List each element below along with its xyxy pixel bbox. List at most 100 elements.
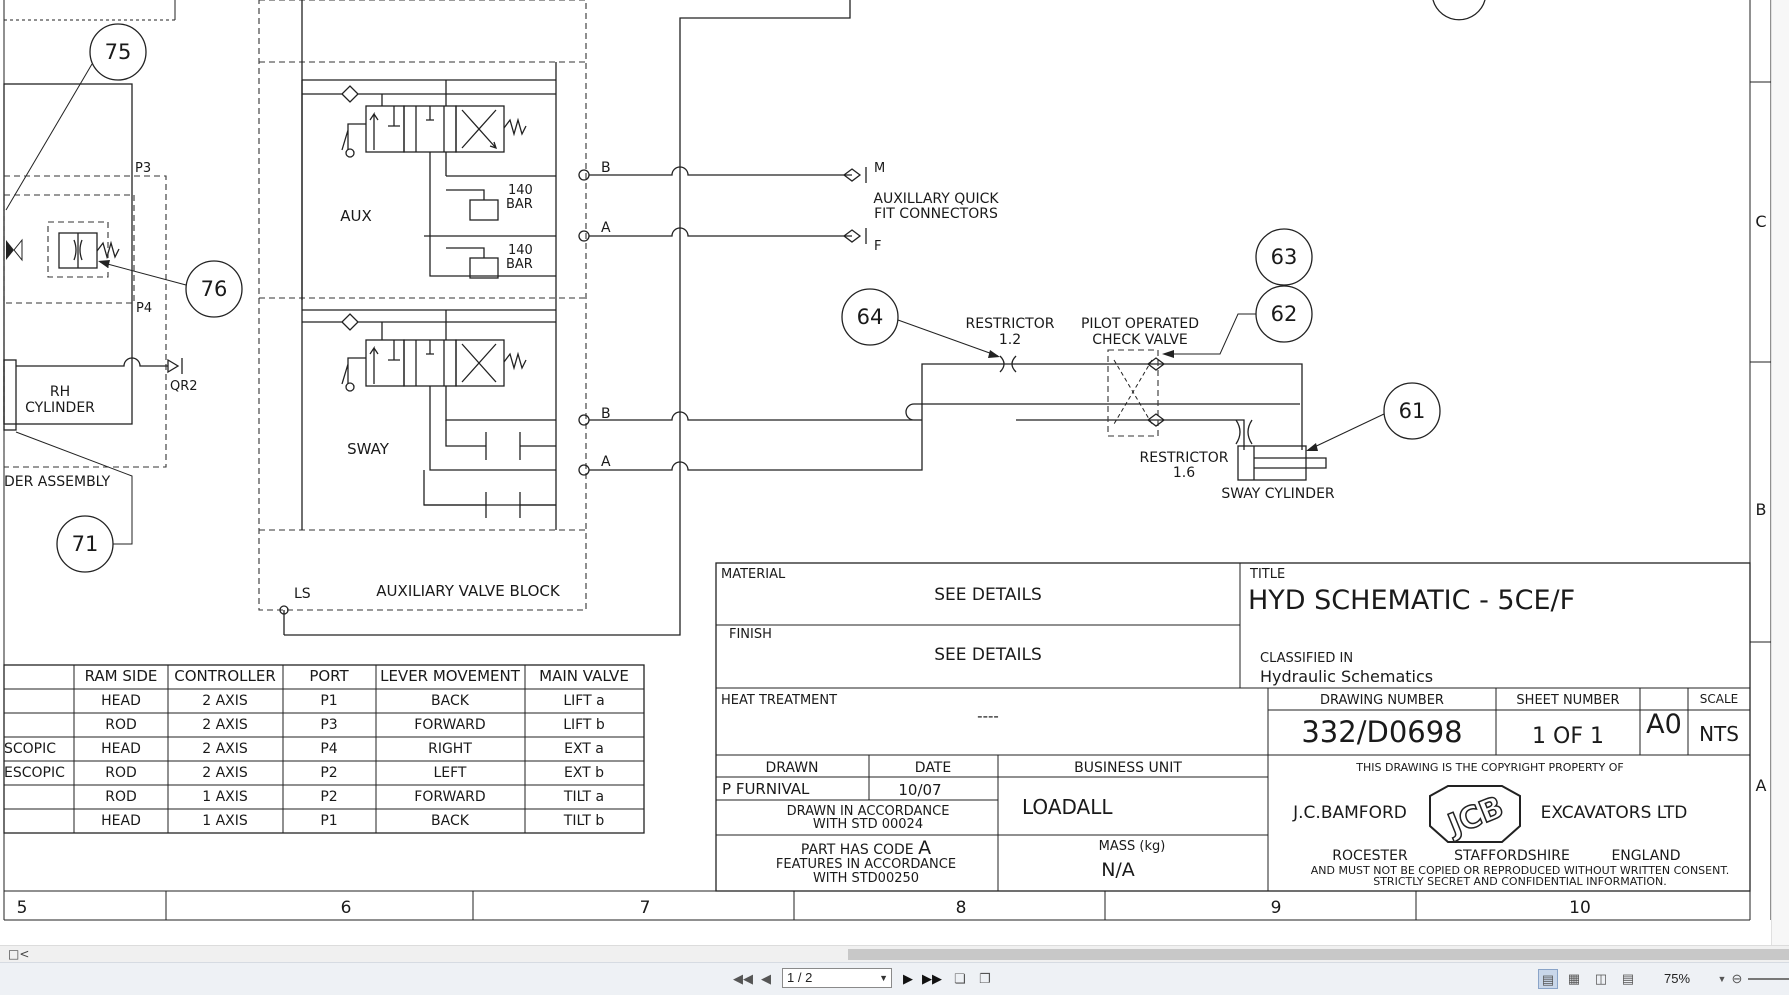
port-p4: P4 [136, 301, 152, 316]
table-header-cell: CONTROLLER [174, 667, 276, 685]
ref-balloon-76: 76 [201, 277, 228, 301]
page-number-value: 1 / 2 [787, 970, 813, 985]
table-cell: LIFT a [563, 693, 604, 709]
drawing-number-value: 332/D0698 [1301, 715, 1462, 749]
single-page-view-icon[interactable]: ▤ [1538, 969, 1558, 989]
two-page-view-icon[interactable]: ◫ [1591, 969, 1611, 989]
table-cell: 2 AXIS [202, 765, 248, 781]
chevron-down-icon[interactable]: ▼ [879, 969, 888, 987]
previous-page-icon[interactable]: ◀ [756, 969, 776, 989]
table-header-cell: RAM SIDE [85, 667, 158, 685]
aux-valve-block-label: AUXILIARY VALVE BLOCK [376, 582, 561, 600]
part-code-note: PART HAS CODE A [801, 837, 931, 859]
table-cell: P1 [320, 693, 337, 709]
port-b-aux: B [601, 160, 611, 176]
pilot-check-valve-label: PILOT OPERATED [1081, 316, 1199, 332]
material-value: SEE DETAILS [934, 585, 1041, 605]
restrictor-label: RESTRICTOR [1140, 450, 1229, 466]
drawn-value: P FURNIVAL [722, 780, 810, 798]
last-page-icon[interactable]: ▶▶ [922, 969, 942, 989]
table-cell: LIFT b [563, 717, 605, 733]
copy-page-icon[interactable]: ❐ [975, 969, 995, 989]
table-header-cell: LEVER MOVEMENT [380, 667, 521, 685]
port-p3: P3 [135, 161, 151, 176]
sheet-size: A0 [1646, 709, 1682, 740]
finish-value: SEE DETAILS [934, 645, 1041, 665]
location-country: ENGLAND [1611, 848, 1680, 864]
relief-pressure: 140 [508, 183, 533, 198]
scroll-left-icon[interactable]: □< [8, 946, 29, 962]
table-cell: 2 AXIS [202, 741, 248, 757]
sheet-number-label: SHEET NUMBER [1516, 693, 1619, 708]
table-cell: P4 [320, 741, 337, 757]
drawing-title: HYD SCHEMATIC - 5CE/F [1248, 585, 1575, 616]
table-cell: EXT b [564, 765, 604, 781]
location-town: ROCESTER [1332, 848, 1408, 864]
table-cell: ROD [105, 789, 137, 805]
port-qr2: QR2 [170, 379, 198, 394]
date-value: 10/07 [898, 781, 941, 799]
aux-connectors-label: FIT CONNECTORS [874, 206, 998, 222]
horizontal-scrollbar[interactable]: □< [0, 945, 1789, 963]
zoom-out-icon[interactable]: ⊖ [1727, 969, 1747, 989]
table-cell: TILT a [563, 789, 604, 805]
port-f: F [874, 239, 881, 254]
table-cell: BACK [431, 693, 470, 709]
table-cell: FORWARD [414, 789, 485, 805]
table-header-cell: PORT [309, 667, 349, 685]
scale-label: SCALE [1700, 692, 1738, 706]
horizontal-scroll-thumb[interactable] [848, 949, 1789, 960]
table-cell: TILT b [563, 813, 605, 829]
table-cell: HEAD [101, 741, 141, 757]
scale-value: NTS [1699, 722, 1739, 746]
pdf-viewport[interactable]: 5 6 7 8 9 10 C B A 75 P3 P4 76 RH CYLIND… [0, 0, 1789, 945]
zoom-level[interactable]: 75% [1664, 969, 1690, 989]
accordance-note: WITH STD 00024 [813, 817, 923, 832]
table-cell: RIGHT [428, 741, 472, 757]
first-page-icon[interactable]: ◀◀ [733, 969, 753, 989]
table-cell: P1 [320, 813, 337, 829]
viewer-toolbar: ◀◀ ◀ 1 / 2 ▼ ▶ ▶▶ ❏ ❐ ▤ ▦ ◫ ▤ 75% ▼ ⊖ [0, 962, 1789, 995]
confidential-notice: STRICTLY SECRET AND CONFIDENTIAL INFORMA… [1373, 875, 1667, 888]
auxiliary-valve-block: LS AUXILIARY VALVE BLOCK AUX 140 BAR 140… [258, 0, 851, 636]
company-name-left: J.C.BAMFORD [1292, 803, 1407, 823]
classified-value: Hydraulic Schematics [1260, 667, 1433, 686]
finish-label: FINISH [729, 627, 772, 642]
assembly-label: DER ASSEMBLY [4, 474, 111, 490]
page-layout-icon[interactable]: ❏ [950, 969, 970, 989]
company-name-right: EXCAVATORS LTD [1541, 803, 1688, 823]
table-cell: P2 [320, 789, 337, 805]
relief-pressure-unit: BAR [506, 257, 533, 272]
ref-balloon-61: 61 [1399, 399, 1426, 423]
next-page-icon[interactable]: ▶ [898, 969, 918, 989]
sway-cylinder-label: SWAY CYLINDER [1221, 486, 1335, 502]
table-cell: BACK [431, 813, 470, 829]
business-unit-label: BUSINESS UNIT [1074, 760, 1182, 776]
table-cell: ROD [105, 765, 137, 781]
two-page-continuous-icon[interactable]: ▤ [1618, 969, 1638, 989]
grid-row-label: A [1756, 776, 1767, 795]
business-unit-value: LOADALL [1022, 795, 1113, 819]
table-cell: P2 [320, 765, 337, 781]
table-cell: EXT a [564, 741, 604, 757]
table-cell: ROD [105, 717, 137, 733]
continuous-view-icon[interactable]: ▦ [1564, 969, 1584, 989]
vertical-scrollbar[interactable] [1771, 0, 1789, 945]
table-cell: HEAD [101, 813, 141, 829]
table-cell: LEFT [433, 765, 466, 781]
page-number-input[interactable]: 1 / 2 ▼ [782, 968, 892, 988]
aux-label: AUX [340, 207, 372, 225]
drawn-label: DRAWN [765, 760, 818, 776]
grid-col-label: 6 [341, 898, 352, 918]
title-label: TITLE [1249, 567, 1285, 582]
drawing-number-label: DRAWING NUMBER [1320, 693, 1444, 708]
aux-connectors-label: AUXILLARY QUICK [873, 191, 999, 207]
mass-label: MASS (kg) [1099, 839, 1166, 854]
zoom-slider[interactable] [1748, 978, 1789, 980]
aux-quick-fit-lines: M F AUXILLARY QUICK FIT CONNECTORS [589, 161, 999, 254]
relief-pressure: 140 [508, 243, 533, 258]
heat-treatment-label: HEAT TREATMENT [721, 693, 837, 708]
grid-col-label: 10 [1569, 898, 1591, 918]
grid-col-label: 9 [1271, 898, 1282, 918]
valve-table-text: RAM SIDE CONTROLLER PORT LEVER MOVEMENT MAIN… [4, 667, 629, 829]
